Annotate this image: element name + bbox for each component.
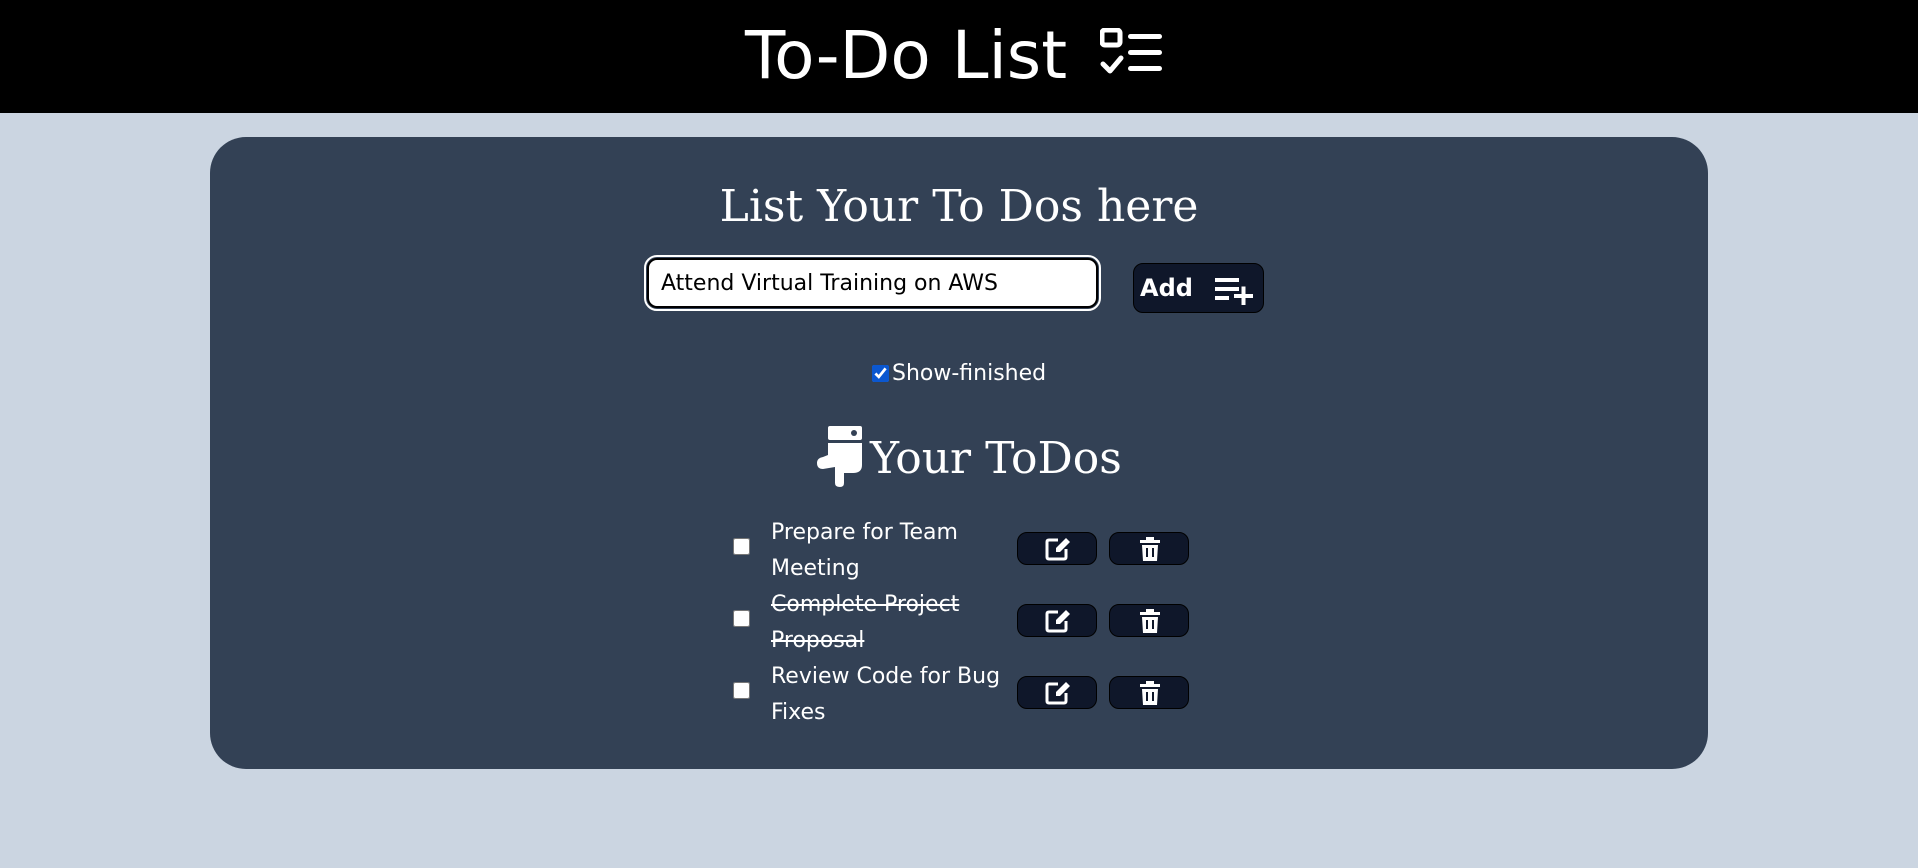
todo-item: Complete Project Proposal xyxy=(720,587,1200,659)
todo-text: Complete Project Proposal xyxy=(771,592,960,653)
todo-item: Prepare for Team Meeting xyxy=(720,515,1200,587)
show-finished-toggle: Show-finished xyxy=(872,359,1072,389)
todo-list-heading: Your ToDos xyxy=(815,425,1135,495)
hand-pointing-down-icon xyxy=(817,426,862,487)
todo-list-heading-label: Your ToDos xyxy=(870,433,1122,484)
delete-button[interactable] xyxy=(1109,532,1189,565)
checklist-icon xyxy=(1100,28,1162,74)
add-button-label: Add xyxy=(1140,274,1193,302)
edit-icon xyxy=(1045,538,1070,561)
show-finished-label[interactable]: Show-finished xyxy=(892,359,1046,389)
edit-icon xyxy=(1045,682,1070,705)
app-title: To-Do List xyxy=(745,17,1068,94)
navbar: To-Do List xyxy=(0,0,1918,113)
todo-checkbox[interactable] xyxy=(733,538,750,555)
edit-button[interactable] xyxy=(1017,604,1097,637)
show-finished-checkbox[interactable] xyxy=(872,365,889,382)
delete-button[interactable] xyxy=(1109,676,1189,709)
playlist-add-icon xyxy=(1215,278,1253,305)
edit-button[interactable] xyxy=(1017,532,1097,565)
edit-button[interactable] xyxy=(1017,676,1097,709)
edit-icon xyxy=(1045,610,1070,633)
todo-text: Review Code for Bug Fixes xyxy=(771,664,1001,725)
page-heading: List Your To Dos here xyxy=(719,181,1199,232)
trash-icon xyxy=(1140,609,1160,633)
todo-text: Prepare for Team Meeting xyxy=(771,520,958,581)
add-button[interactable]: Add xyxy=(1133,263,1264,313)
todo-input[interactable] xyxy=(644,255,1101,311)
todo-item: Review Code for Bug Fixes xyxy=(720,659,1200,731)
todo-checkbox[interactable] xyxy=(733,682,750,699)
todo-card: List Your To Dos here Add Show-finished … xyxy=(210,137,1708,769)
todo-checkbox[interactable] xyxy=(733,610,750,627)
delete-button[interactable] xyxy=(1109,604,1189,637)
trash-icon xyxy=(1140,537,1160,561)
trash-icon xyxy=(1140,681,1160,705)
